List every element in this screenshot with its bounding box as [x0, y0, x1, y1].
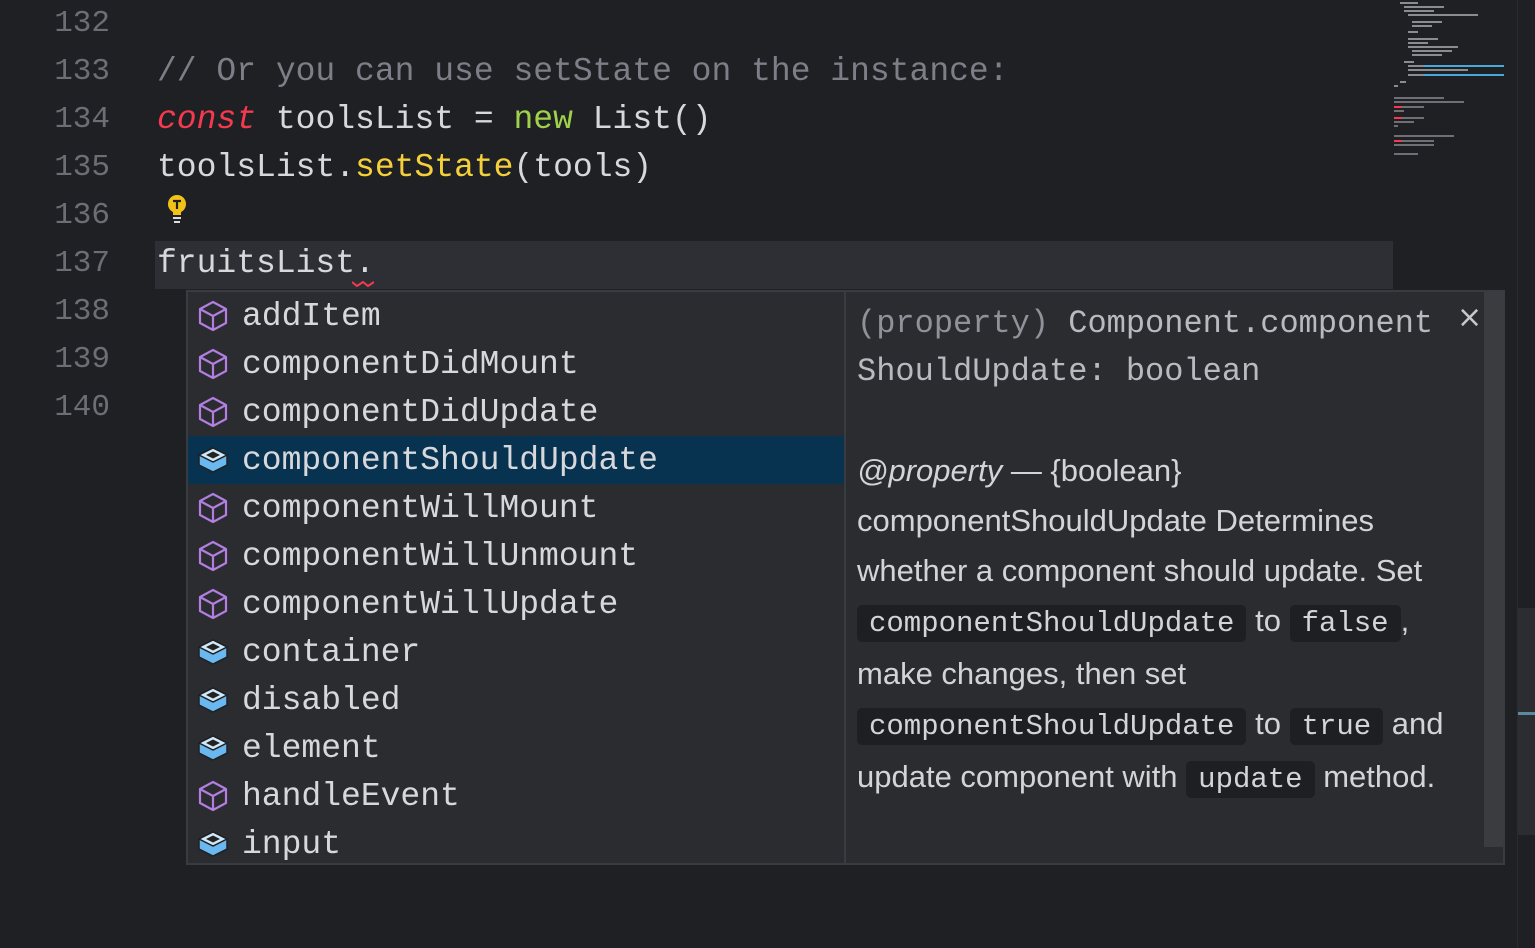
- doc-text: — {boolean}: [1002, 453, 1182, 488]
- suggestion-item[interactable]: input: [188, 820, 844, 868]
- code-text: List(): [572, 101, 712, 138]
- method-cube-icon: [198, 348, 228, 380]
- close-icon[interactable]: ×: [1457, 300, 1482, 335]
- doc-text: to: [1246, 706, 1290, 741]
- suggestion-label: componentShouldUpdate: [242, 441, 658, 479]
- code-line-137[interactable]: fruitsList.: [157, 240, 375, 288]
- method-cube-icon: [198, 300, 228, 332]
- suggestion-label: element: [242, 729, 381, 767]
- code-line-comment[interactable]: // Or you can use setState on the instan…: [157, 48, 1009, 96]
- suggestion-list[interactable]: addItem componentDidMount componentDidUpda…: [186, 290, 846, 865]
- line-number: 140: [54, 390, 110, 425]
- suggestion-label: componentDidUpdate: [242, 393, 599, 431]
- keyword-new: new: [513, 101, 573, 138]
- method-cube-icon: [198, 780, 228, 812]
- suggestion-label: container: [242, 633, 421, 671]
- code-chip: false: [1289, 605, 1401, 642]
- documentation-panel: (property) Component.componentShouldUpda…: [846, 290, 1505, 865]
- lightbulb-icon[interactable]: [164, 194, 190, 224]
- suggestion-label: addItem: [242, 297, 381, 335]
- suggestion-label: input: [242, 825, 342, 863]
- suggestion-item[interactable]: disabled: [188, 676, 844, 724]
- line-number: 138: [54, 294, 110, 329]
- line-number: 132: [54, 6, 110, 41]
- property-cube-icon: [197, 447, 229, 473]
- suggestion-label: componentDidMount: [242, 345, 579, 383]
- suggestion-label: componentWillMount: [242, 489, 599, 527]
- property-cube-icon: [197, 639, 229, 665]
- suggestion-label: handleEvent: [242, 777, 460, 815]
- suggestion-item[interactable]: componentDidMount: [188, 340, 844, 388]
- editor-scrollbar[interactable]: [1517, 0, 1535, 948]
- function-name: setState: [355, 149, 514, 186]
- suggestion-item[interactable]: container: [188, 628, 844, 676]
- suggestion-label: componentWillUpdate: [242, 585, 619, 623]
- line-number: 134: [54, 102, 110, 137]
- suggestion-item[interactable]: componentWillUnmount: [188, 532, 844, 580]
- property-cube-icon: [197, 831, 229, 857]
- cursor-marker: [1518, 712, 1535, 715]
- doc-signature: (property) Component.componentShouldUpda…: [857, 300, 1437, 396]
- code-chip: componentShouldUpdate: [857, 708, 1247, 745]
- method-cube-icon: [198, 492, 228, 524]
- suggestion-item[interactable]: componentWillMount: [188, 484, 844, 532]
- suggestion-item[interactable]: element: [188, 724, 844, 772]
- code-chip: update: [1186, 761, 1315, 798]
- method-cube-icon: [198, 396, 228, 428]
- line-number: 135: [54, 150, 110, 185]
- method-cube-icon: [198, 588, 228, 620]
- suggestion-item[interactable]: componentDidUpdate: [188, 388, 844, 436]
- property-cube-icon: [197, 687, 229, 713]
- minimap[interactable]: [1390, 0, 1515, 160]
- line-number: 139: [54, 342, 110, 377]
- suggestion-item[interactable]: componentShouldUpdate: [188, 436, 844, 484]
- property-cube-icon: [197, 735, 229, 761]
- suggestion-item[interactable]: componentWillUpdate: [188, 580, 844, 628]
- doc-text: componentShouldUpdate Determines whether…: [857, 503, 1423, 588]
- code-line-135[interactable]: toolsList.setState(tools): [157, 144, 652, 192]
- line-number: 133: [54, 54, 110, 89]
- line-number: 136: [54, 198, 110, 233]
- suggestion-item[interactable]: handleEvent: [188, 772, 844, 820]
- suggestion-label: componentWillUnmount: [242, 537, 639, 575]
- doc-body: @property — {boolean} componentShouldUpda…: [857, 446, 1482, 805]
- suggestion-item[interactable]: addItem: [188, 292, 844, 340]
- doc-kind: (property): [857, 305, 1050, 342]
- code-text: toolsList =: [256, 101, 514, 138]
- code-chip: true: [1289, 708, 1384, 745]
- keyword-const: const: [157, 101, 257, 138]
- code-text: toolsList.: [157, 149, 356, 186]
- code-text: (tools): [513, 149, 653, 186]
- doc-text: method.: [1314, 759, 1436, 794]
- suggestion-label: disabled: [242, 681, 401, 719]
- code-chip: componentShouldUpdate: [857, 605, 1247, 642]
- line-number: 137: [54, 246, 110, 281]
- method-cube-icon: [198, 540, 228, 572]
- scrollbar-thumb[interactable]: [1518, 608, 1535, 835]
- error-squiggle: [352, 281, 374, 287]
- doc-text: to: [1246, 603, 1290, 638]
- doc-tag: @property: [857, 453, 1003, 488]
- code-line-134[interactable]: const toolsList = new List(): [157, 96, 712, 144]
- doc-scrollbar[interactable]: [1484, 292, 1503, 847]
